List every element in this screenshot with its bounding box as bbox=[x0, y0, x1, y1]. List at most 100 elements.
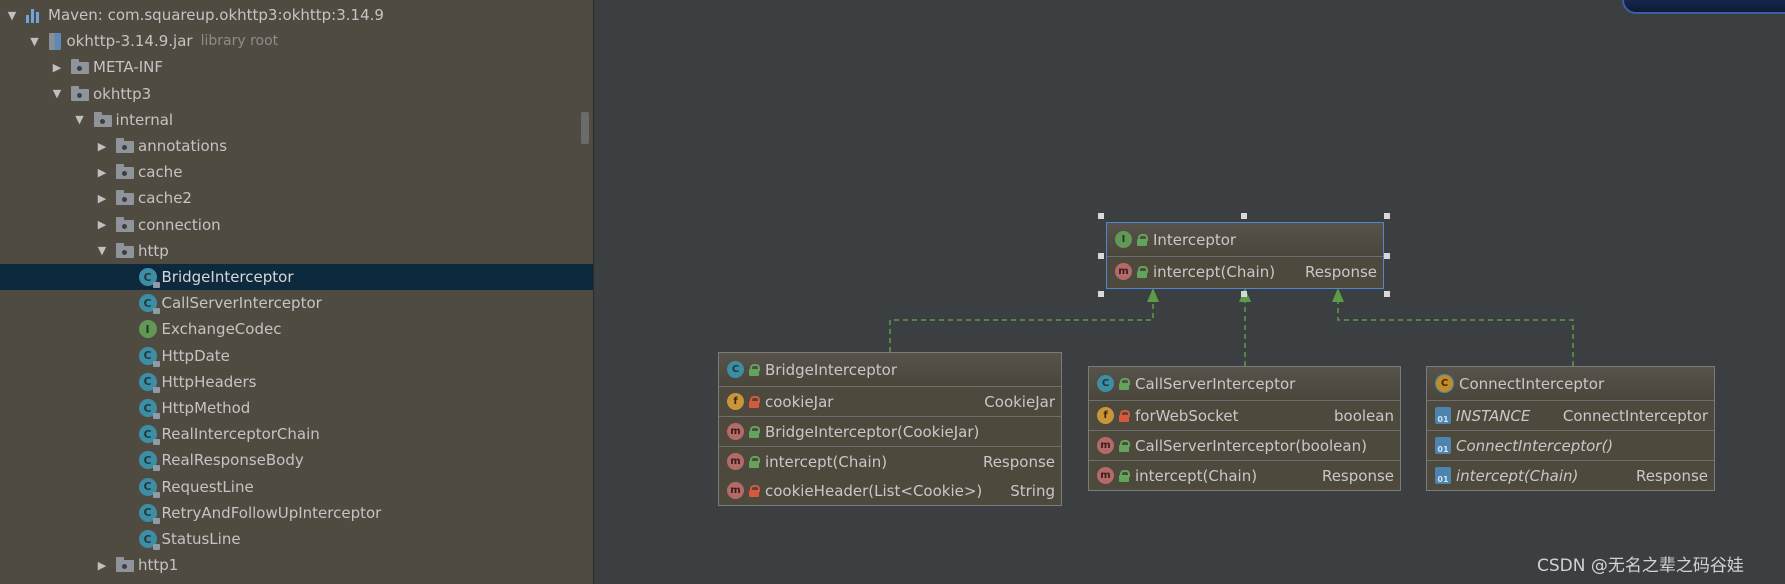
selection-handle[interactable] bbox=[1384, 213, 1390, 219]
tree-row[interactable]: ▼ okhttp3 bbox=[0, 81, 593, 107]
constructor-row[interactable]: m CallServerInterceptor(boolean) bbox=[1089, 431, 1400, 460]
private-visibility-icon bbox=[749, 395, 760, 408]
field-row[interactable]: 01 INSTANCE ConnectInterceptor bbox=[1427, 401, 1714, 430]
field-row[interactable]: f forWebSocket boolean bbox=[1089, 401, 1400, 430]
package-icon bbox=[116, 164, 134, 180]
tree-row[interactable]: C RealResponseBody bbox=[0, 447, 593, 473]
static-member-icon: 01 bbox=[1435, 437, 1451, 454]
tree-row-label: http bbox=[138, 241, 169, 260]
field-name: cookieJar bbox=[765, 392, 834, 411]
uml-header: I Interceptor bbox=[1107, 223, 1383, 257]
uml-class-bridge-interceptor[interactable]: C BridgeInterceptor f cookieJar CookieJa… bbox=[718, 352, 1062, 506]
constructor-name: BridgeInterceptor(CookieJar) bbox=[765, 422, 980, 441]
constructors-section: 01 ConnectInterceptor() bbox=[1427, 431, 1714, 461]
method-row[interactable]: 01 intercept(Chain) Response bbox=[1427, 461, 1714, 490]
method-icon: m bbox=[1097, 467, 1114, 484]
method-row[interactable]: m intercept(Chain) Response bbox=[1089, 461, 1400, 490]
package-icon bbox=[116, 557, 134, 573]
tree-row[interactable]: C HttpMethod bbox=[0, 395, 593, 421]
method-return-type: Response bbox=[982, 452, 1055, 471]
method-return-type: Response bbox=[1321, 466, 1394, 485]
field-row[interactable]: f cookieJar CookieJar bbox=[719, 387, 1061, 416]
expand-arrow-closed-icon[interactable]: ▶ bbox=[51, 61, 63, 74]
uml-header: C BridgeInterceptor bbox=[719, 353, 1061, 387]
tree-row[interactable]: C RequestLine bbox=[0, 474, 593, 500]
uml-class-connect-interceptor[interactable]: C ConnectInterceptor 01 INSTANCE Connect… bbox=[1426, 366, 1715, 491]
tree-row[interactable]: ▶ META-INF bbox=[0, 54, 593, 80]
tree-row[interactable]: ▼ okhttp-3.14.9.jar library root bbox=[0, 28, 593, 54]
method-name: intercept(Chain) bbox=[1456, 466, 1579, 485]
fields-section: 01 INSTANCE ConnectInterceptor bbox=[1427, 401, 1714, 431]
selection-handle[interactable] bbox=[1098, 291, 1104, 297]
tree-scrollbar[interactable] bbox=[581, 112, 589, 144]
tree-row-label: RetryAndFollowUpInterceptor bbox=[161, 503, 382, 522]
jar-icon bbox=[48, 32, 61, 50]
expand-arrow-open-icon[interactable]: ▼ bbox=[74, 113, 86, 126]
expand-arrow-open-icon[interactable]: ▼ bbox=[96, 244, 108, 257]
public-visibility-icon bbox=[1119, 469, 1130, 482]
tree-row[interactable]: C RealInterceptorChain bbox=[0, 421, 593, 447]
tree-row[interactable]: ▼ http bbox=[0, 238, 593, 264]
constructor-row[interactable]: 01 ConnectInterceptor() bbox=[1427, 431, 1714, 460]
class-icon: C bbox=[138, 503, 160, 524]
tree-row[interactable]: ▼ Maven: com.squareup.okhttp3:okhttp:3.14… bbox=[0, 2, 593, 28]
method-icon: m bbox=[1115, 263, 1132, 280]
selection-handle[interactable] bbox=[1098, 213, 1104, 219]
tree-row[interactable]: C BridgeInterceptor bbox=[0, 264, 593, 290]
tree-row[interactable]: ▶ connection bbox=[0, 212, 593, 238]
method-icon: m bbox=[727, 423, 744, 440]
public-visibility-icon bbox=[1137, 233, 1148, 246]
tree-row[interactable]: C RetryAndFollowUpInterceptor bbox=[0, 500, 593, 526]
static-member-icon: 01 bbox=[1435, 407, 1451, 424]
selection-handle[interactable] bbox=[1241, 213, 1247, 219]
field-icon: f bbox=[727, 393, 744, 410]
tree-row-label: http1 bbox=[138, 556, 179, 575]
tree-row[interactable]: C StatusLine bbox=[0, 526, 593, 552]
tree-row[interactable]: C HttpDate bbox=[0, 343, 593, 369]
tree-row[interactable]: ▶ cache bbox=[0, 159, 593, 185]
expand-arrow-closed-icon[interactable]: ▶ bbox=[96, 166, 108, 179]
selection-handle[interactable] bbox=[1098, 253, 1104, 259]
class-icon: C bbox=[1097, 375, 1114, 392]
expand-arrow-open-icon[interactable]: ▼ bbox=[29, 35, 41, 48]
class-icon: C bbox=[138, 372, 160, 393]
fields-section: f cookieJar CookieJar bbox=[719, 387, 1061, 417]
tree-row[interactable]: I ExchangeCodec bbox=[0, 316, 593, 342]
package-icon bbox=[93, 111, 112, 127]
method-icon: m bbox=[1097, 437, 1114, 454]
expand-arrow-closed-icon[interactable]: ▶ bbox=[96, 559, 108, 572]
selection-handle[interactable] bbox=[1384, 253, 1390, 259]
bridge-arrowhead bbox=[1147, 288, 1159, 302]
expand-arrow-closed-icon[interactable]: ▶ bbox=[96, 192, 108, 205]
uml-class-callserver-interceptor[interactable]: C CallServerInterceptor f forWebSocket b… bbox=[1088, 366, 1401, 491]
public-visibility-icon bbox=[1119, 439, 1130, 452]
constructor-name: CallServerInterceptor(boolean) bbox=[1135, 436, 1367, 455]
constructor-row[interactable]: m BridgeInterceptor(CookieJar) bbox=[719, 417, 1061, 446]
class-icon: C bbox=[138, 346, 160, 367]
uml-interface-interceptor[interactable]: I Interceptor m intercept(Chain) Respons… bbox=[1106, 222, 1384, 289]
expand-arrow-open-icon[interactable]: ▼ bbox=[6, 9, 18, 22]
constructor-name: ConnectInterceptor() bbox=[1456, 436, 1614, 455]
expand-arrow-open-icon[interactable]: ▼ bbox=[51, 87, 63, 100]
tree-row[interactable]: ▼ internal bbox=[0, 107, 593, 133]
expand-arrow-closed-icon[interactable]: ▶ bbox=[96, 140, 108, 153]
selection-handle[interactable] bbox=[1241, 291, 1247, 297]
class-icon: C bbox=[727, 361, 744, 378]
class-icon: C bbox=[138, 425, 160, 446]
tree-row[interactable]: C CallServerInterceptor bbox=[0, 290, 593, 316]
expand-arrow-closed-icon[interactable]: ▶ bbox=[96, 218, 108, 231]
interface-icon: I bbox=[138, 320, 157, 339]
package-icon bbox=[116, 138, 134, 153]
method-row[interactable]: m cookieHeader(List<Cookie>) String bbox=[719, 476, 1061, 505]
class-name: ConnectInterceptor bbox=[1459, 374, 1605, 393]
tree-row[interactable]: ▶ cache2 bbox=[0, 185, 593, 211]
tree-row[interactable]: ▶ http1 bbox=[0, 552, 593, 578]
selection-handle[interactable] bbox=[1384, 291, 1390, 297]
tree-row[interactable]: C HttpHeaders bbox=[0, 369, 593, 395]
method-row[interactable]: m intercept(Chain) Response bbox=[1107, 257, 1383, 286]
uml-header: C CallServerInterceptor bbox=[1089, 367, 1400, 401]
method-row[interactable]: m intercept(Chain) Response bbox=[719, 447, 1061, 476]
tree-row[interactable]: ▶ annotations bbox=[0, 133, 593, 159]
method-name: intercept(Chain) bbox=[765, 452, 888, 471]
methods-section: m intercept(Chain) Response m cookieHead… bbox=[719, 447, 1061, 505]
